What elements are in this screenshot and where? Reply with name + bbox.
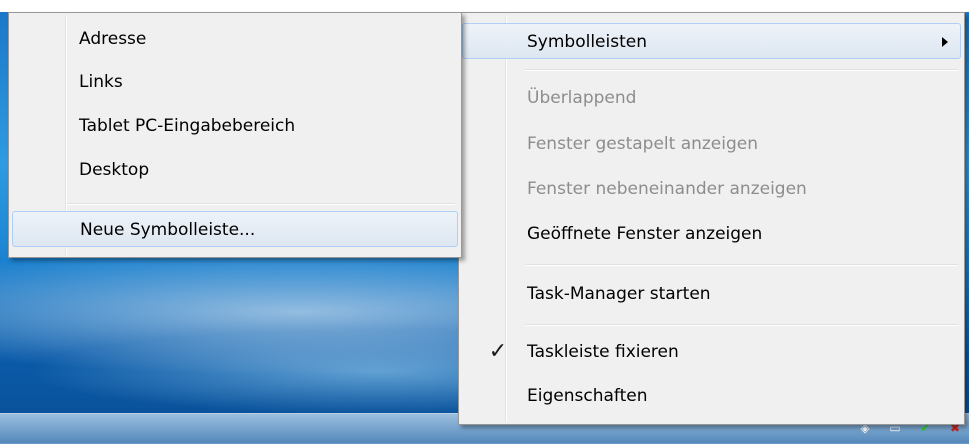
menu-item-stacked-label: Fenster gestapelt anzeigen — [527, 134, 759, 154]
chevron-right-icon — [942, 37, 948, 47]
menu-item-side-by-side-label: Fenster nebeneinander anzeigen — [527, 179, 807, 199]
taskbar-context-menu: Symbolleisten Überlappend Fenster gestap… — [458, 12, 965, 425]
submenu-item-new-toolbar-label: Neue Symbolleiste... — [80, 220, 256, 240]
submenu-item-new-toolbar[interactable]: Neue Symbolleiste... — [12, 211, 458, 247]
submenu-item-desktop[interactable]: Desktop — [12, 152, 458, 188]
separator — [525, 324, 958, 326]
submenu-item-address-label: Adresse — [79, 29, 147, 49]
menu-item-show-open-windows[interactable]: Geöffnete Fenster anzeigen — [462, 216, 961, 252]
menu-item-toolbars-label: Symbolleisten — [527, 32, 647, 52]
menu-item-properties[interactable]: Eigenschaften — [462, 378, 961, 414]
checkmark-box: ✓ — [477, 334, 517, 368]
checkmark-icon: ✓ — [488, 339, 508, 364]
toolbars-submenu: Adresse Links Tablet PC-Eingabebereich D… — [8, 12, 462, 258]
menu-item-lock-taskbar-label: Taskleiste fixieren — [527, 342, 679, 362]
submenu-item-links-label: Links — [79, 72, 123, 92]
separator — [67, 203, 455, 205]
submenu-item-tablet-input-label: Tablet PC-Eingabebereich — [79, 116, 296, 136]
separator — [525, 69, 958, 71]
menu-item-cascade[interactable]: Überlappend — [462, 80, 961, 116]
menu-item-stacked[interactable]: Fenster gestapelt anzeigen — [462, 126, 961, 162]
separator — [525, 264, 958, 266]
menu-item-toolbars[interactable]: Symbolleisten — [462, 23, 961, 59]
menu-item-task-manager[interactable]: Task-Manager starten — [462, 276, 961, 312]
top-strip — [0, 0, 969, 12]
submenu-item-address[interactable]: Adresse — [12, 21, 458, 57]
menu-item-show-open-windows-label: Geöffnete Fenster anzeigen — [527, 224, 763, 244]
menu-item-lock-taskbar[interactable]: ✓ Taskleiste fixieren — [462, 334, 961, 370]
submenu-item-links[interactable]: Links — [12, 64, 458, 100]
menu-item-properties-label: Eigenschaften — [527, 386, 648, 406]
menu-item-task-manager-label: Task-Manager starten — [527, 284, 711, 304]
menu-item-cascade-label: Überlappend — [527, 88, 637, 108]
submenu-item-desktop-label: Desktop — [79, 160, 150, 180]
submenu-item-tablet-input[interactable]: Tablet PC-Eingabebereich — [12, 108, 458, 144]
menu-item-side-by-side[interactable]: Fenster nebeneinander anzeigen — [462, 171, 961, 207]
